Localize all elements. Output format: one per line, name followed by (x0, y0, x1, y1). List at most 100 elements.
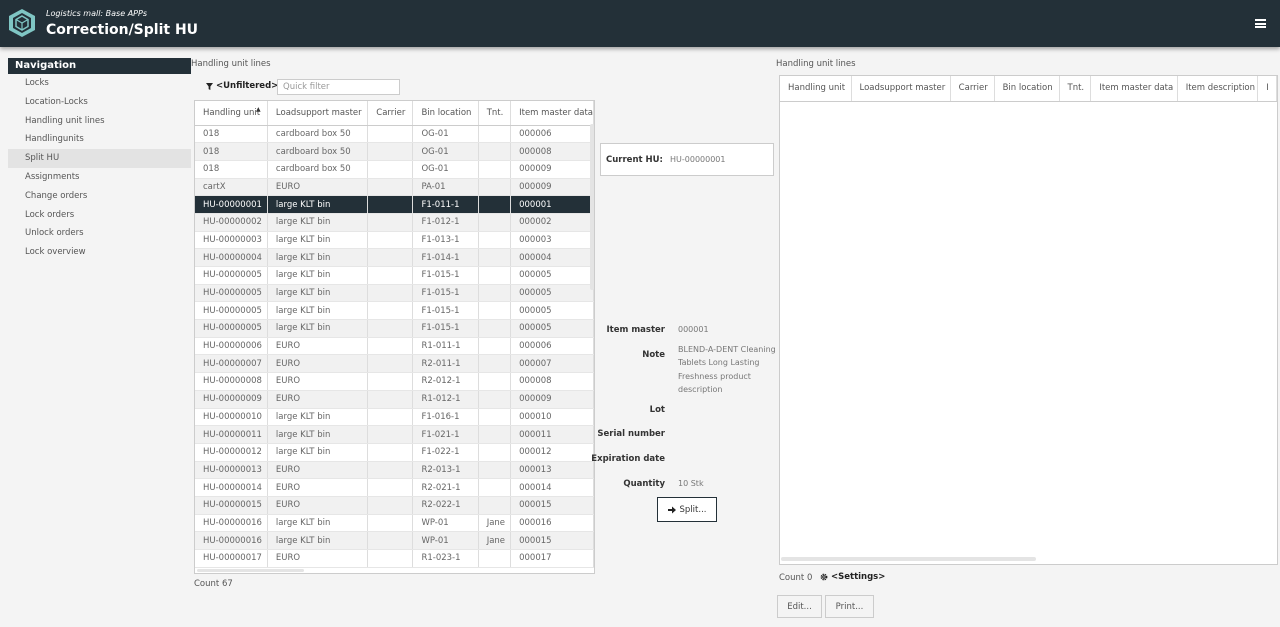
table-cell: 000015 (510, 531, 594, 550)
table-row[interactable]: HU-00000016 large KLT bin WP-01 Jane 000016 (195, 514, 594, 533)
table-cell: large KLT bin (267, 195, 369, 214)
nav-item[interactable]: Locks (8, 74, 191, 93)
column-header[interactable]: Item master data (510, 101, 594, 126)
table-cell: cardboard box 50 (267, 160, 369, 179)
sort-ascending-icon: ▲ (256, 106, 261, 113)
table-row[interactable]: HU-00000005 large KLT bin F1-015-1 000005 (195, 284, 594, 303)
hamburger-menu-icon[interactable] (1255, 19, 1266, 28)
item-master-value: 000001 (678, 325, 709, 334)
column-header[interactable]: Handling unit (780, 76, 852, 102)
table-row[interactable]: cartX EURO PA-01 000009 (195, 178, 594, 197)
nav-item[interactable]: Handling unit lines (8, 112, 191, 131)
column-header[interactable]: Handling unit ▲ (195, 101, 268, 126)
table-row[interactable]: 018 cardboard box 50 OG-01 000009 (195, 160, 594, 179)
lot-label: Lot (649, 405, 665, 415)
nav-item[interactable]: Assignments (8, 168, 191, 187)
table-cell: Jane (478, 514, 512, 533)
table-row[interactable]: HU-00000010 large KLT bin F1-016-1 000010 (195, 408, 594, 427)
table-cell: HU-00000016 (195, 531, 268, 550)
table-cell (478, 478, 512, 497)
table-row[interactable]: 018 cardboard box 50 OG-01 000008 (195, 142, 594, 161)
column-header[interactable]: Tnt. (478, 101, 512, 126)
table-cell (478, 125, 512, 144)
right-grid-horizontal-scrollbar[interactable] (781, 557, 1036, 561)
table-cell: 000013 (510, 461, 594, 480)
note-label: Note (642, 350, 665, 360)
table-cell: 000012 (510, 443, 594, 462)
table-cell: large KLT bin (267, 231, 369, 250)
table-cell (478, 443, 512, 462)
table-cell: HU-00000014 (195, 478, 268, 497)
column-header[interactable]: I (1257, 76, 1277, 102)
table-cell: HU-00000012 (195, 443, 268, 462)
table-row[interactable]: HU-00000003 large KLT bin F1-013-1 000003 (195, 231, 594, 250)
edit-button[interactable]: Edit... (777, 595, 822, 618)
table-row[interactable]: HU-00000007 EURO R2-011-1 000007 (195, 354, 594, 374)
table-cell: Jane (478, 531, 512, 550)
nav-item[interactable]: Unlock orders (8, 224, 191, 243)
table-cell: R1-012-1 (412, 390, 479, 409)
table-cell: EURO (267, 337, 369, 356)
column-header-label: Tnt. (486, 107, 504, 118)
nav-item[interactable]: Handlingunits (8, 130, 191, 149)
table-cell: R2-013-1 (412, 461, 479, 480)
column-header[interactable]: Loadsupport master (267, 101, 369, 126)
column-header[interactable]: Carrier (950, 76, 995, 102)
nav-item[interactable]: Change orders (8, 187, 191, 206)
table-cell: F1-015-1 (412, 319, 479, 338)
settings-button[interactable]: <Settings> (820, 572, 885, 582)
table-row[interactable]: HU-00000002 large KLT bin F1-012-1 000002 (195, 213, 594, 232)
table-row[interactable]: HU-00000005 large KLT bin F1-015-1 000005 (195, 301, 594, 321)
table-row[interactable]: HU-00000016 large KLT bin WP-01 Jane 000015 (195, 531, 594, 550)
navigation-title: Navigation (8, 58, 191, 74)
column-header[interactable]: Loadsupport master (851, 76, 951, 102)
table-row[interactable]: HU-00000004 large KLT bin F1-014-1 000004 (195, 248, 594, 267)
split-button[interactable]: Split... (657, 497, 717, 522)
table-row[interactable]: 018 cardboard box 50 OG-01 000006 (195, 125, 594, 144)
print-button[interactable]: Print... (825, 595, 874, 618)
table-cell: 000017 (510, 549, 594, 568)
table-cell: large KLT bin (267, 514, 369, 533)
table-cell: large KLT bin (267, 408, 369, 427)
table-cell: HU-00000005 (195, 301, 268, 321)
table-row[interactable]: HU-00000011 large KLT bin F1-021-1 000011 (195, 425, 594, 444)
table-row[interactable]: HU-00000001 large KLT bin F1-011-1 000001 (195, 195, 594, 214)
table-cell (478, 408, 512, 427)
table-cell: HU-00000011 (195, 425, 268, 444)
right-table: Handling unit Loadsupport master Carrier Bi… (780, 76, 1277, 102)
table-row[interactable]: HU-00000017 EURO R1-023-1 000017 (195, 549, 594, 568)
column-header[interactable]: Item master data (1090, 76, 1178, 102)
table-row[interactable]: HU-00000013 EURO R2-013-1 000013 (195, 461, 594, 480)
table-cell (367, 160, 414, 179)
table-row[interactable]: HU-00000005 large KLT bin F1-015-1 000005 (195, 319, 594, 338)
table-row[interactable]: HU-00000015 EURO R2-022-1 000015 (195, 496, 594, 515)
table-row[interactable]: HU-00000012 large KLT bin F1-022-1 000012 (195, 443, 594, 462)
filter-button[interactable]: <Unfiltered> (206, 81, 278, 91)
column-header[interactable]: Item description (1177, 76, 1259, 102)
table-cell: large KLT bin (267, 213, 369, 232)
table-row[interactable]: HU-00000008 EURO R2-012-1 000008 (195, 372, 594, 391)
table-row[interactable]: HU-00000009 EURO R1-012-1 000009 (195, 390, 594, 409)
column-header[interactable]: Carrier (367, 101, 414, 126)
left-grid-vertical-scrollbar[interactable] (590, 124, 594, 290)
column-header[interactable]: Tnt. (1059, 76, 1092, 102)
column-header[interactable]: Bin location (412, 101, 479, 126)
column-header[interactable]: Bin location (994, 76, 1060, 102)
left-grid-horizontal-scrollbar[interactable] (197, 569, 304, 572)
nav-item[interactable]: Location-Locks (8, 93, 191, 112)
note-value: BLEND-A-DENT Cleaning Tablets Long Lasti… (678, 345, 776, 394)
table-cell: large KLT bin (267, 531, 369, 550)
table-cell: 000011 (510, 425, 594, 444)
quick-filter-input[interactable] (277, 79, 400, 95)
nav-item[interactable]: Lock orders (8, 206, 191, 225)
table-row[interactable]: HU-00000005 large KLT bin F1-015-1 000005 (195, 266, 594, 285)
table-cell (367, 549, 414, 568)
left-grid: Handling unit ▲ Loadsupport master Carrier B… (194, 100, 595, 574)
nav-item[interactable]: Lock overview (8, 243, 191, 262)
nav-item[interactable]: Split HU (8, 149, 191, 168)
table-cell: OG-01 (412, 160, 479, 179)
table-cell: EURO (267, 372, 369, 391)
table-cell (367, 231, 414, 250)
table-row[interactable]: HU-00000006 EURO R1-011-1 000006 (195, 337, 594, 356)
table-row[interactable]: HU-00000014 EURO R2-021-1 000014 (195, 478, 594, 497)
